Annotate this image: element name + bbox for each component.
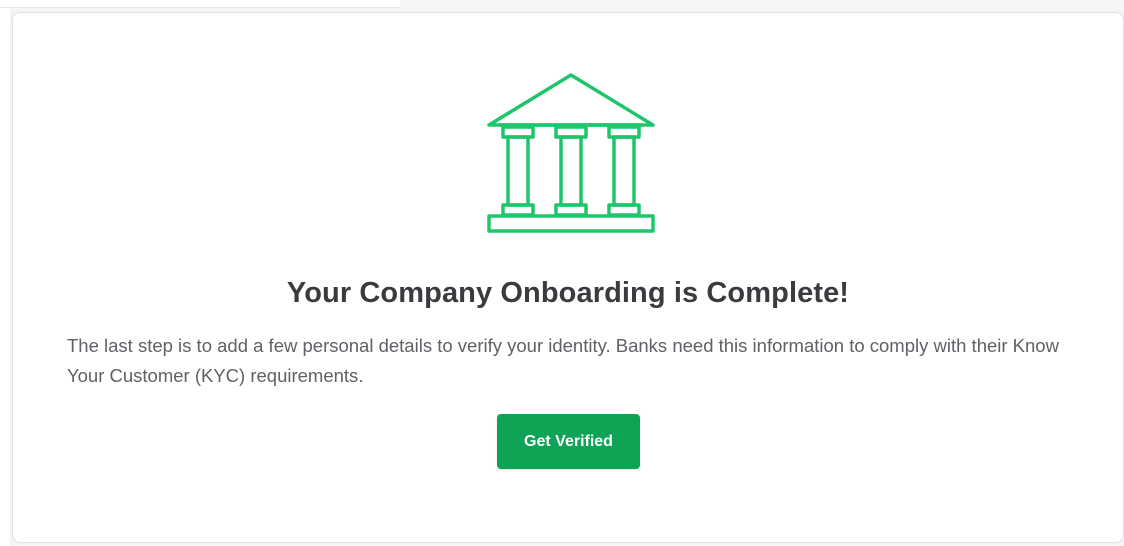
completion-title: Your Company Onboarding is Complete! (286, 277, 850, 309)
left-panel-edge (0, 8, 10, 546)
completion-description: The last step is to add a few personal d… (67, 335, 1059, 386)
get-verified-button[interactable]: Get Verified (497, 414, 640, 469)
bank-icon (487, 73, 655, 233)
onboarding-complete-card: Your Company Onboarding is Complete! The… (12, 12, 1124, 543)
top-tab-strip (0, 0, 400, 8)
